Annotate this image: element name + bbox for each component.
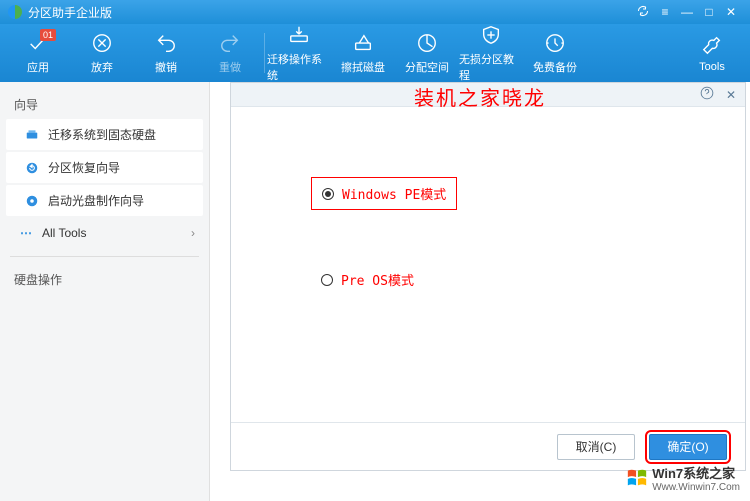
sidebar-group-wizard: 向导	[0, 90, 209, 119]
dialog-help-icon[interactable]	[699, 86, 715, 103]
cancel-button[interactable]: 取消(C)	[557, 434, 635, 460]
apply-button[interactable]: 01 应用	[6, 27, 70, 79]
refresh-icon[interactable]	[632, 5, 654, 20]
radio-winpe-label: Windows PE模式	[342, 184, 446, 203]
migrate-os-button[interactable]: 迁移操作系统	[267, 19, 331, 87]
radio-option-winpe[interactable]: Windows PE模式	[311, 177, 457, 210]
content-area: 装机之家晓龙 ✕ Windows PE模式 Pre OS模式	[210, 82, 750, 501]
sidebar-separator	[10, 256, 199, 257]
undo-label: 撤销	[155, 59, 177, 75]
tools-label: Tools	[699, 61, 725, 73]
backup-icon	[544, 31, 566, 55]
apply-badge: 01	[40, 29, 56, 41]
ssd-icon	[24, 127, 40, 143]
radio-preos-label: Pre OS模式	[341, 270, 414, 289]
alloc-space-label: 分配空间	[405, 59, 449, 75]
window-title: 分区助手企业版	[28, 4, 632, 21]
sidebar-item-all-tools[interactable]: ⋯ All Tools ›	[0, 218, 209, 248]
maximize-button[interactable]: □	[698, 5, 720, 19]
radio-checked-icon	[322, 188, 334, 200]
main-toolbar: 01 应用 放弃 撤销 重做 迁移操作系统 擦拭磁盘 分配空间 无损分区教程 免…	[0, 24, 750, 82]
minimize-button[interactable]: —	[676, 5, 698, 19]
alloc-space-button[interactable]: 分配空间	[395, 27, 459, 79]
ok-button[interactable]: 确定(O)	[649, 434, 727, 460]
sidebar-item-partition-recovery[interactable]: 分区恢复向导	[6, 152, 203, 183]
alloc-icon	[416, 31, 438, 55]
brand-url: Www.Winwin7.Com	[652, 482, 740, 493]
watermark-text: 装机之家晓龙	[414, 82, 546, 111]
sidebar: 向导 迁移系统到固态硬盘 分区恢复向导 启动光盘制作向导 ⋯ All Tools…	[0, 82, 210, 501]
sidebar-item-label: All Tools	[42, 226, 86, 240]
wipe-disk-button[interactable]: 擦拭磁盘	[331, 27, 395, 79]
wrench-icon	[701, 33, 723, 57]
menu-icon[interactable]: ≡	[654, 5, 676, 19]
lossless-tutorial-button[interactable]: 无损分区教程	[459, 19, 523, 87]
discard-label: 放弃	[91, 59, 113, 75]
cancel-label: 取消(C)	[576, 438, 617, 455]
brand-watermark: Win7系统之家 Www.Winwin7.Com	[626, 463, 740, 493]
migrate-os-label: 迁移操作系统	[267, 51, 331, 83]
wipe-disk-label: 擦拭磁盘	[341, 59, 385, 75]
tools-button[interactable]: Tools	[680, 29, 744, 77]
redo-button[interactable]: 重做	[198, 27, 262, 79]
redo-icon	[219, 31, 241, 55]
wipe-icon	[352, 31, 374, 55]
apply-label: 应用	[27, 59, 49, 75]
close-button[interactable]: ✕	[720, 5, 742, 19]
dots-icon: ⋯	[18, 225, 34, 241]
app-logo-icon	[8, 5, 22, 19]
chevron-right-icon: ›	[191, 226, 195, 240]
sidebar-group-disk-ops: 硬盘操作	[0, 265, 209, 294]
undo-icon	[155, 31, 177, 55]
brand-name: Win7系统之家	[652, 466, 735, 481]
sidebar-item-label: 分区恢复向导	[48, 159, 120, 176]
free-backup-label: 免费备份	[533, 59, 577, 75]
undo-button[interactable]: 撤销	[134, 27, 198, 79]
recovery-icon	[24, 160, 40, 176]
sidebar-item-label: 迁移系统到固态硬盘	[48, 126, 156, 143]
dialog-body: Windows PE模式 Pre OS模式	[231, 107, 745, 422]
dialog-close-icon[interactable]: ✕	[723, 88, 739, 102]
radio-option-preos[interactable]: Pre OS模式	[311, 264, 705, 295]
free-backup-button[interactable]: 免费备份	[523, 27, 587, 79]
sidebar-item-label: 启动光盘制作向导	[48, 192, 144, 209]
redo-label: 重做	[219, 59, 241, 75]
disc-icon	[24, 193, 40, 209]
shield-icon	[480, 23, 502, 47]
sidebar-item-migrate-ssd[interactable]: 迁移系统到固态硬盘	[6, 119, 203, 150]
main-area: 向导 迁移系统到固态硬盘 分区恢复向导 启动光盘制作向导 ⋯ All Tools…	[0, 82, 750, 501]
radio-unchecked-icon	[321, 274, 333, 286]
lossless-tutorial-label: 无损分区教程	[459, 51, 523, 83]
discard-icon	[91, 31, 113, 55]
disk-arrow-icon	[288, 23, 310, 47]
windows-flag-icon	[626, 467, 648, 489]
discard-button[interactable]: 放弃	[70, 27, 134, 79]
window-titlebar: 分区助手企业版 ≡ — □ ✕	[0, 0, 750, 24]
toolbar-separator	[264, 33, 265, 73]
mode-dialog: ✕ Windows PE模式 Pre OS模式 取消(C)	[230, 82, 746, 471]
ok-label: 确定(O)	[667, 438, 708, 455]
sidebar-item-boot-disc[interactable]: 启动光盘制作向导	[6, 185, 203, 216]
